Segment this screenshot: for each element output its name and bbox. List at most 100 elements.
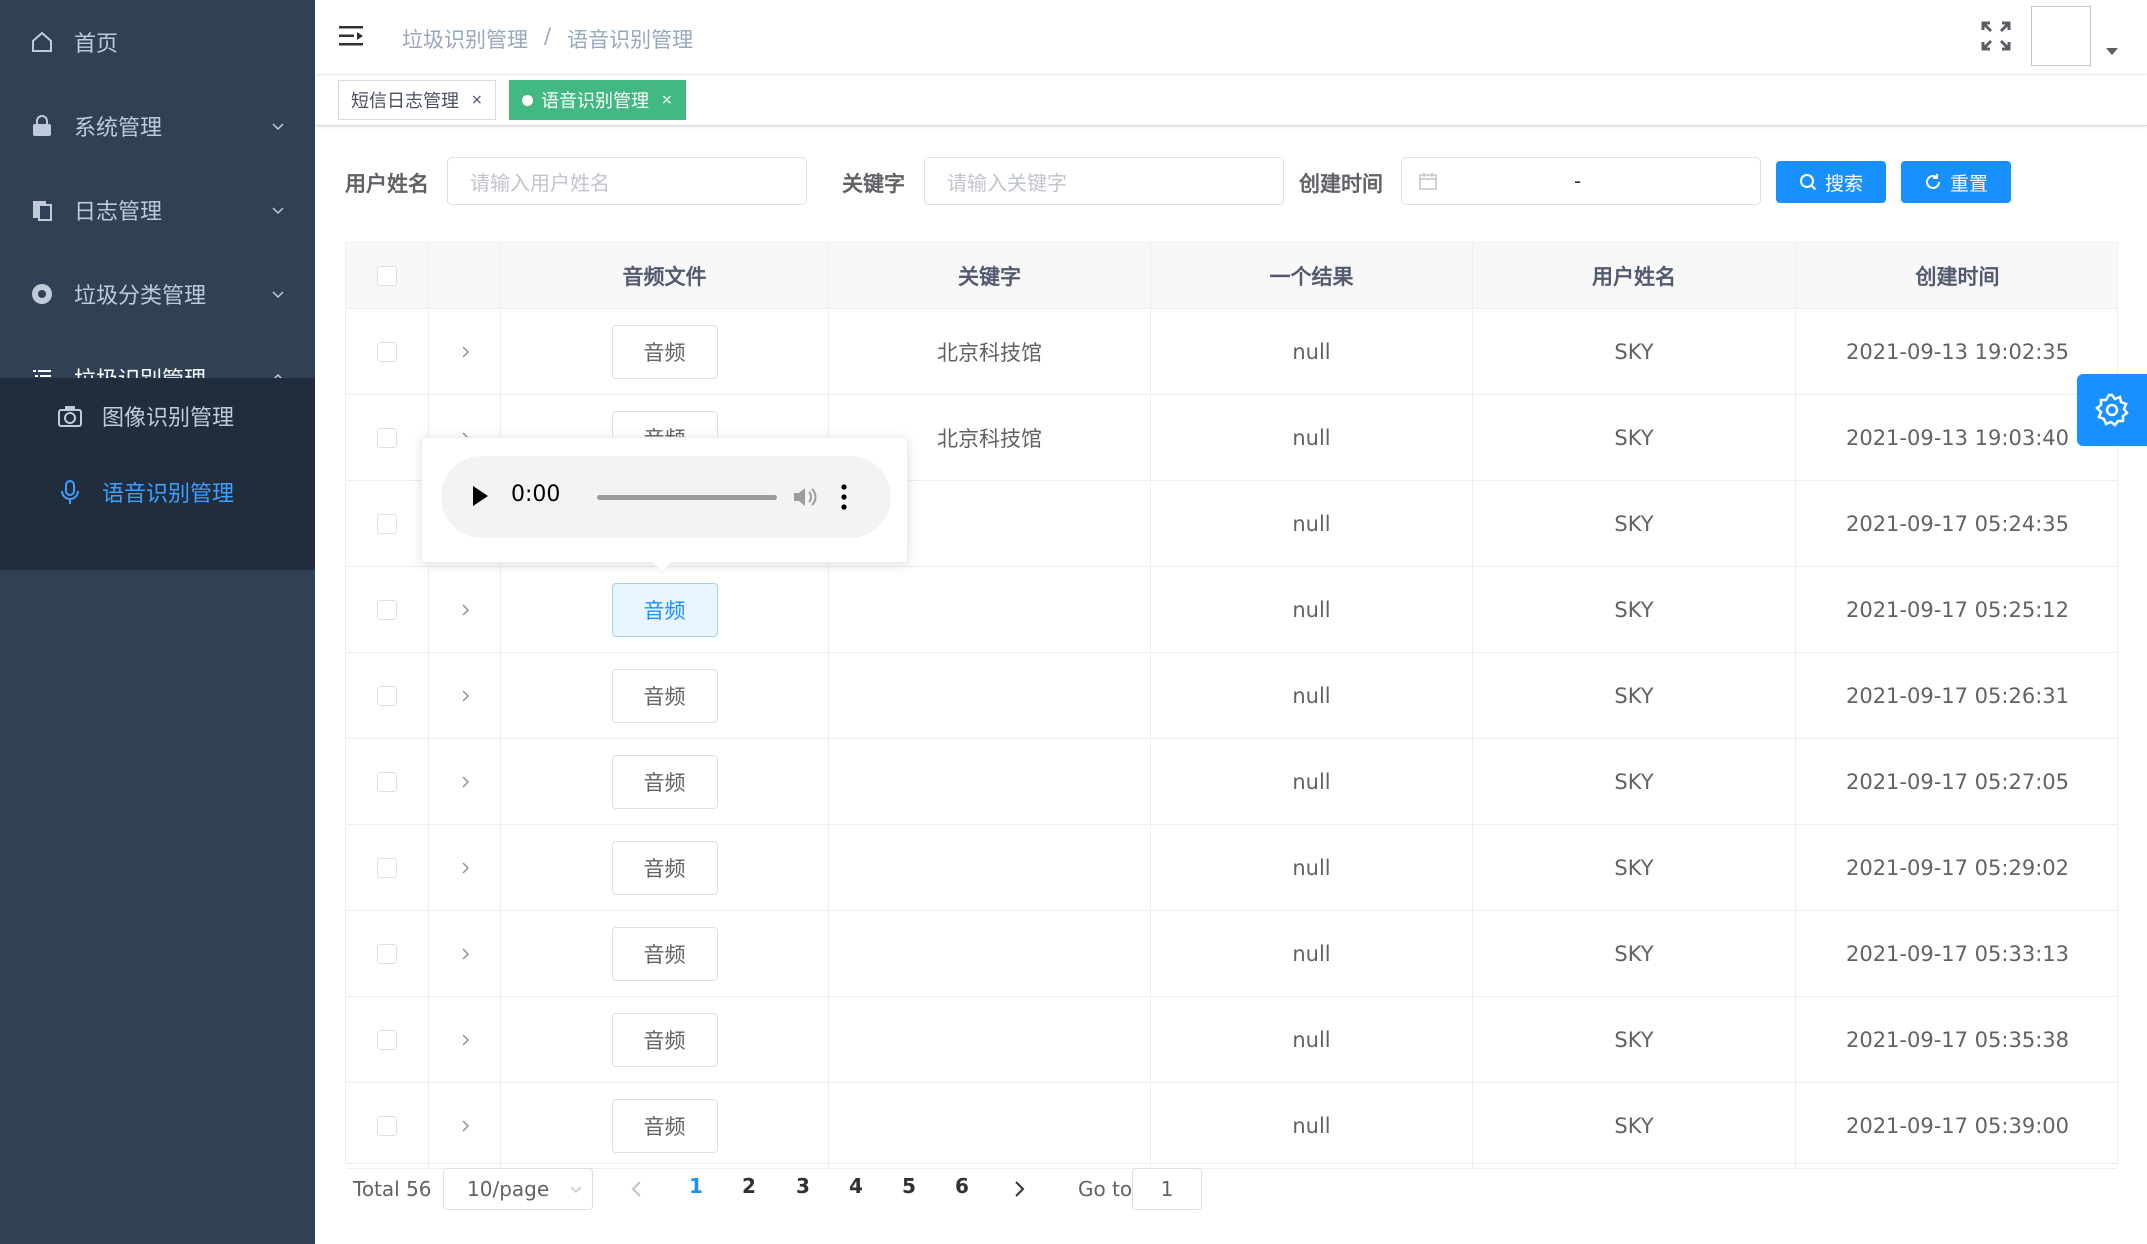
- audio-button[interactable]: 音频: [611, 1098, 718, 1153]
- chevron-right-icon[interactable]: [459, 345, 471, 358]
- caret-down-icon[interactable]: [2106, 48, 2118, 55]
- sidebar-item-garbage-category[interactable]: 垃圾分类管理: [0, 252, 315, 336]
- home-icon: [28, 28, 56, 56]
- table-row: 音频 null SKY 2021-09-17 05:25:12: [346, 567, 2117, 653]
- breadcrumb-item[interactable]: 垃圾识别管理: [402, 24, 528, 54]
- audio-button[interactable]: 音频: [611, 926, 718, 981]
- created-time-cell: 2021-09-17 05:25:12: [1845, 597, 2070, 622]
- audio-button[interactable]: 音频: [611, 324, 718, 379]
- page-number[interactable]: 5: [889, 1174, 929, 1204]
- audio-cell: 音频: [501, 1083, 829, 1168]
- tag-sms-log[interactable]: 短信日志管理 ×: [338, 80, 496, 120]
- header-keyword: 关键字: [829, 243, 1151, 309]
- settings-button[interactable]: [2077, 374, 2147, 446]
- username-cell: SKY: [1473, 739, 1796, 824]
- username-cell: SKY: [1473, 997, 1796, 1082]
- header-result: 一个结果: [1151, 243, 1473, 309]
- page-number[interactable]: 1: [676, 1174, 716, 1204]
- fullscreen-icon[interactable]: [1980, 20, 2012, 52]
- chevron-right-icon[interactable]: [459, 603, 471, 616]
- result-cell: null: [1151, 739, 1473, 824]
- reset-button[interactable]: 重置: [1901, 161, 2011, 203]
- keyword-input[interactable]: 请输入关键字: [924, 157, 1284, 205]
- next-page-icon[interactable]: [1012, 1180, 1026, 1198]
- row-checkbox[interactable]: [377, 1115, 397, 1136]
- table-row: 音频 null SKY 2021-09-17 05:27:05: [346, 739, 2117, 825]
- chevron-right-icon[interactable]: [459, 689, 471, 702]
- select-cell: [346, 739, 429, 824]
- page-number[interactable]: 2: [729, 1174, 769, 1204]
- close-icon[interactable]: ×: [471, 92, 483, 108]
- row-checkbox[interactable]: [377, 341, 397, 362]
- row-checkbox[interactable]: [377, 943, 397, 964]
- keyword-cell: [829, 825, 1151, 910]
- chevron-right-icon[interactable]: [459, 1033, 471, 1046]
- sidebar-item-label: 系统管理: [74, 116, 163, 141]
- created-time-cell: 2021-09-13 19:03:40: [1845, 425, 2070, 450]
- sidebar-item-image-recognition[interactable]: 图像识别管理: [0, 378, 315, 454]
- row-checkbox[interactable]: [377, 771, 397, 792]
- microphone-icon: [56, 478, 84, 506]
- hamburger-icon[interactable]: [339, 24, 365, 48]
- audio-cell: 音频: [501, 309, 829, 394]
- table-row: 音频 null SKY 2021-09-17 05:35:38: [346, 997, 2117, 1083]
- table-header: 音频文件 关键字 一个结果 用户姓名 创建时间: [346, 243, 2117, 309]
- page-number[interactable]: 6: [942, 1174, 982, 1204]
- audio-button[interactable]: 音频: [611, 754, 718, 809]
- audio-button[interactable]: 音频: [611, 582, 718, 637]
- row-checkbox[interactable]: [377, 599, 397, 620]
- more-vertical-icon[interactable]: [841, 483, 847, 511]
- tags-view: 短信日志管理 × 语音识别管理 ×: [315, 76, 2147, 126]
- goto-page-input[interactable]: 1: [1132, 1168, 1202, 1210]
- audio-button[interactable]: 音频: [611, 1012, 718, 1067]
- pagination-total: Total 56: [353, 1177, 432, 1201]
- username-input[interactable]: 请输入用户姓名: [447, 157, 807, 205]
- sidebar-item-label: 图像识别管理: [102, 406, 235, 431]
- keyword-cell: [829, 567, 1151, 652]
- created-time-cell: 2021-09-17 05:39:00: [1845, 1113, 2070, 1138]
- created-time-cell: 2021-09-17 05:29:02: [1845, 855, 2070, 880]
- expand-cell: [429, 653, 501, 738]
- select-all-checkbox[interactable]: [377, 266, 397, 286]
- result-cell: null: [1151, 653, 1473, 738]
- header-expand: [429, 243, 501, 309]
- keyword-cell: [829, 1083, 1151, 1168]
- row-checkbox[interactable]: [377, 1029, 397, 1050]
- volume-icon[interactable]: [791, 484, 819, 510]
- chevron-right-icon[interactable]: [459, 1119, 471, 1132]
- sidebar-item-voice-recognition[interactable]: 语音识别管理: [0, 454, 315, 530]
- avatar[interactable]: [2031, 6, 2091, 66]
- page-number[interactable]: 4: [836, 1174, 876, 1204]
- search-button[interactable]: 搜索: [1776, 161, 1886, 203]
- audio-progress-track[interactable]: [597, 495, 777, 500]
- sidebar-item-system[interactable]: 系统管理: [0, 84, 315, 168]
- chevron-down-icon: [272, 291, 284, 299]
- row-checkbox[interactable]: [377, 857, 397, 878]
- audio-button[interactable]: 音频: [611, 840, 718, 895]
- close-icon[interactable]: ×: [661, 92, 673, 108]
- date-range-picker[interactable]: -: [1401, 157, 1761, 205]
- expand-cell: [429, 567, 501, 652]
- row-checkbox[interactable]: [377, 427, 397, 448]
- sidebar-item-home[interactable]: 首页: [0, 0, 315, 84]
- row-checkbox[interactable]: [377, 513, 397, 534]
- select-cell: [346, 481, 429, 566]
- audio-button[interactable]: 音频: [611, 668, 718, 723]
- audio-player[interactable]: 0:00: [441, 456, 891, 538]
- audio-cell: 音频: [501, 825, 829, 910]
- username-cell: SKY: [1473, 309, 1796, 394]
- tag-voice-recognition[interactable]: 语音识别管理 ×: [509, 80, 686, 120]
- chevron-right-icon[interactable]: [459, 947, 471, 960]
- chevron-right-icon[interactable]: [459, 775, 471, 788]
- table-row: 音频 null SKY 2021-09-17 05:33:13: [346, 911, 2117, 997]
- prev-page-icon[interactable]: [630, 1180, 644, 1198]
- chevron-right-icon[interactable]: [459, 861, 471, 874]
- navbar: 垃圾识别管理 / 语音识别管理: [315, 0, 2147, 75]
- lock-icon: [28, 112, 56, 140]
- sidebar-item-log[interactable]: 日志管理: [0, 168, 315, 252]
- row-checkbox[interactable]: [377, 685, 397, 706]
- page-size-select[interactable]: 10/page: [443, 1168, 593, 1210]
- select-cell: [346, 1083, 429, 1168]
- page-number[interactable]: 3: [783, 1174, 823, 1204]
- play-icon[interactable]: [473, 486, 488, 506]
